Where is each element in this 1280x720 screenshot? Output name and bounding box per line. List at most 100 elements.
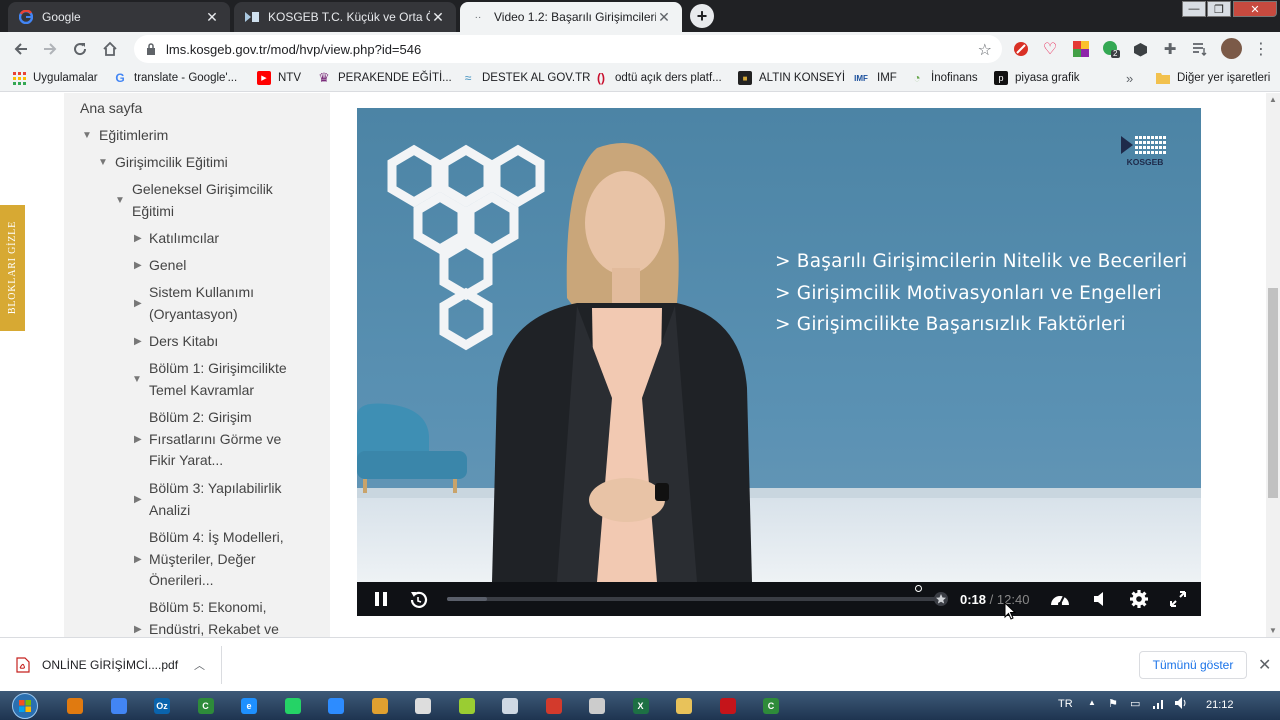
- nav-traditional-entrepreneurship[interactable]: ▼ Geleneksel Girişimcilik Eğitimi: [115, 179, 273, 222]
- taskbar-app-button[interactable]: [450, 694, 484, 717]
- nav-chapter-1[interactable]: ▼ Bölüm 1: Girişimcilikte Temel Kavramla…: [132, 358, 287, 401]
- cube-extension-icon[interactable]: [1131, 40, 1149, 58]
- other-bookmarks-folder[interactable]: Diğer yer işaretleri: [1156, 71, 1270, 85]
- acrobat-icon: [719, 697, 736, 714]
- volume-button[interactable]: [1084, 582, 1116, 616]
- puzzle-extensions-icon[interactable]: ✚: [1161, 40, 1179, 58]
- new-tab-button[interactable]: +: [690, 4, 714, 28]
- settings-button[interactable]: [1123, 582, 1155, 616]
- shield-extension-icon[interactable]: 2: [1102, 40, 1120, 58]
- tray-expand-icon[interactable]: ▲: [1088, 698, 1096, 707]
- bookmark-star-icon[interactable]: [927, 582, 955, 616]
- taskbar-app-button[interactable]: [711, 694, 745, 717]
- taskbar-app-button[interactable]: [276, 694, 310, 717]
- kosgeb-icon: [244, 9, 260, 25]
- address-bar[interactable]: lms.kosgeb.gov.tr/mod/hvp/view.php?id=54…: [134, 35, 1002, 63]
- nav-chapter-5[interactable]: ▶ Bölüm 5: Ekonomi, Endüstri, Rekabet ve: [134, 597, 279, 637]
- nav-my-courses[interactable]: ▼ Eğitimlerim: [82, 125, 168, 147]
- fullscreen-button[interactable]: [1162, 582, 1194, 616]
- pause-button[interactable]: [365, 582, 397, 616]
- adblock-icon[interactable]: [1012, 40, 1030, 58]
- bookmark-destek[interactable]: ≈ DESTEK AL GOV.TR: [461, 71, 591, 85]
- tab-kosgeb[interactable]: KOSGEB T.C. Küçük ve Orta Ölçek ✕: [234, 2, 456, 32]
- nav-entrepreneurship-training[interactable]: ▼ Girişimcilik Eğitimi: [98, 152, 228, 174]
- nav-textbook[interactable]: ▶ Ders Kitabı: [134, 331, 218, 353]
- hide-blocks-toggle[interactable]: BLOKLARI GİZLE: [0, 205, 25, 331]
- back-button[interactable]: [8, 36, 34, 62]
- scroll-down-icon[interactable]: ▼: [1269, 626, 1277, 635]
- close-tab-icon[interactable]: ✕: [204, 9, 220, 25]
- scrollbar-thumb[interactable]: [1268, 288, 1278, 498]
- close-download-shelf-icon[interactable]: ✕: [1258, 655, 1271, 675]
- taskbar-app-button[interactable]: [58, 694, 92, 717]
- taskbar-app-button[interactable]: C: [189, 694, 223, 717]
- bookmark-odtu[interactable]: () odtü açık ders platf...: [594, 71, 722, 85]
- taskbar-app-button[interactable]: [319, 694, 353, 717]
- bookmark-apps[interactable]: Uygulamalar: [12, 71, 98, 85]
- bookmark-imf[interactable]: IMF IMF: [852, 71, 897, 85]
- heart-icon[interactable]: ♡: [1041, 40, 1059, 58]
- taskbar-app-button[interactable]: C: [754, 694, 788, 717]
- bookmark-perakende[interactable]: ♛ PERAKENDE EĞİTİ...: [317, 70, 452, 85]
- taskbar-app-button[interactable]: [537, 694, 571, 717]
- profile-avatar[interactable]: [1221, 38, 1242, 59]
- taskbar-app-button[interactable]: [406, 694, 440, 717]
- playback-speed-button[interactable]: [1044, 582, 1076, 616]
- signal-icon[interactable]: [1152, 696, 1166, 713]
- minimize-button[interactable]: —: [1182, 1, 1206, 17]
- bookmark-star-icon[interactable]: ☆: [978, 40, 992, 60]
- chevron-up-icon[interactable]: ︿: [194, 657, 205, 673]
- bookmark-label: Uygulamalar: [33, 72, 98, 84]
- nav-chapter-3[interactable]: ▶ Bölüm 3: Yapılabilirlik Analizi: [134, 478, 282, 521]
- bookmark-piyasa[interactable]: p piyasa grafik: [994, 71, 1080, 85]
- nav-orientation[interactable]: ▶ Sistem Kullanımı (Oryantasyon): [134, 282, 254, 325]
- maximize-button[interactable]: ❐: [1207, 1, 1231, 17]
- home-button[interactable]: [97, 36, 123, 62]
- bookmark-ntv[interactable]: ▶ NTV: [257, 71, 301, 85]
- show-all-downloads-button[interactable]: Tümünü göster: [1139, 651, 1247, 679]
- download-item[interactable]: ONLİNE GİRİŞİMCİ....pdf ︿: [16, 652, 205, 678]
- start-button[interactable]: [6, 692, 44, 719]
- clock[interactable]: 21:12: [1206, 699, 1234, 711]
- taskbar-app-button[interactable]: Oz: [145, 694, 179, 717]
- bookmark-altin[interactable]: ■ ALTIN KONSEYİ: [738, 71, 845, 85]
- tab-video[interactable]: ·· Video 1.2: Başarılı Girişimcilerin N …: [460, 2, 682, 32]
- nav-home[interactable]: Ana sayfa: [80, 98, 142, 120]
- close-window-button[interactable]: ✕: [1233, 1, 1277, 17]
- taskbar-app-button[interactable]: [493, 694, 527, 717]
- nav-chapter-2[interactable]: ▶ Bölüm 2: Girişim Fırsatlarını Görme ve…: [134, 407, 281, 472]
- language-indicator[interactable]: TR: [1058, 698, 1073, 710]
- close-tab-icon[interactable]: ✕: [430, 9, 446, 25]
- flag-icon[interactable]: ⚑: [1108, 697, 1118, 710]
- scroll-up-icon[interactable]: ▲: [1269, 95, 1277, 104]
- forward-button[interactable]: [37, 36, 63, 62]
- gear-icon: [1130, 590, 1148, 608]
- taskbar-app-button[interactable]: [363, 694, 397, 717]
- tab-google[interactable]: Google ✕: [8, 2, 230, 32]
- reading-list-icon[interactable]: [1191, 40, 1209, 58]
- bookmark-label: IMF: [877, 72, 897, 84]
- bookmarks-overflow-button[interactable]: »: [1126, 71, 1133, 86]
- taskbar-app-button[interactable]: X: [624, 694, 658, 717]
- nav-general[interactable]: ▶ Genel: [134, 255, 186, 277]
- bookmark-inofinans[interactable]: ◔ İnofinans: [910, 71, 977, 85]
- taskbar-app-button[interactable]: [667, 694, 701, 717]
- seek-bar[interactable]: [447, 597, 943, 601]
- camtasia-rec-icon: C: [763, 697, 779, 714]
- video-player[interactable]: KOSGEB > Başarılı Girişimcilerin Nitelik…: [357, 108, 1201, 616]
- volume-tray-icon[interactable]: [1174, 696, 1188, 713]
- reload-button[interactable]: [67, 36, 93, 62]
- bookmark-translate[interactable]: G translate - Google'...: [113, 71, 237, 85]
- nav-chapter-4[interactable]: ▶ Bölüm 4: İş Modelleri, Müşteriler, Değ…: [134, 527, 284, 592]
- page-scrollbar[interactable]: ▲ ▼: [1266, 93, 1280, 637]
- color-picker-icon[interactable]: [1072, 40, 1090, 58]
- taskbar-app-button[interactable]: e: [232, 694, 266, 717]
- menu-kebab-icon[interactable]: ⋮: [1252, 40, 1270, 58]
- taskbar-app-button[interactable]: [102, 694, 136, 717]
- nav-participants[interactable]: ▶ Katılımcılar: [134, 228, 219, 250]
- rewind-button[interactable]: [403, 582, 435, 616]
- monitor-icon[interactable]: ▭: [1130, 697, 1140, 710]
- nav-label: Katılımcılar: [149, 230, 220, 246]
- taskbar-app-button[interactable]: [580, 694, 614, 717]
- close-tab-icon[interactable]: ✕: [656, 9, 672, 25]
